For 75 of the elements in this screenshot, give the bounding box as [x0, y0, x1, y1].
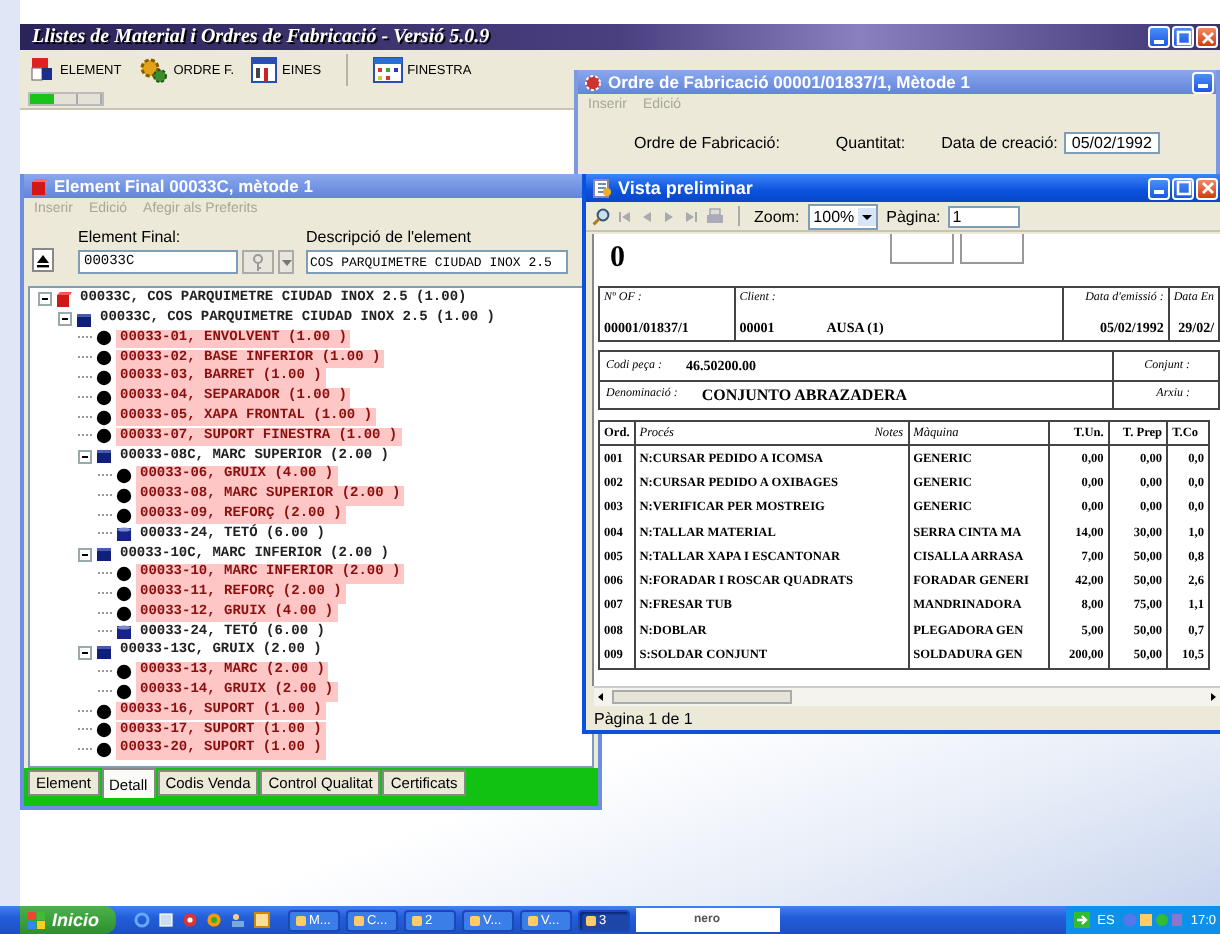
- cube-icon: [56, 291, 72, 308]
- browser-icon[interactable]: [133, 912, 150, 928]
- report-number: 0: [610, 242, 627, 276]
- collapse-icon[interactable]: [38, 292, 52, 307]
- up-triangle-icon: [36, 253, 50, 267]
- minimize-button[interactable]: [1148, 26, 1170, 48]
- caret-icon: [281, 259, 291, 265]
- cube-icon: [30, 177, 48, 195]
- cube-icon: [96, 448, 112, 465]
- maximize-button[interactable]: [1172, 26, 1194, 48]
- cylinder-icon: [116, 624, 132, 641]
- field-label: Element Final:: [78, 228, 183, 246]
- field-label: Ordre de Fabricació:: [634, 134, 780, 152]
- field-value: CONJUNTO ABRAZADERA: [701, 385, 908, 404]
- page-label: Pàgina:: [886, 207, 941, 225]
- scroll-left-icon[interactable]: [594, 690, 608, 704]
- dot-icon: [116, 605, 132, 622]
- close-button[interactable]: [1196, 26, 1218, 48]
- arrow-icon[interactable]: [1073, 912, 1090, 928]
- dot-icon: [96, 330, 112, 347]
- document-icon: [592, 178, 612, 198]
- scroll-right-icon[interactable]: [1206, 690, 1220, 704]
- circle-icon[interactable]: [181, 912, 198, 928]
- key-icon: [252, 253, 264, 271]
- maximize-button[interactable]: [1172, 177, 1194, 199]
- close-button[interactable]: [1196, 177, 1218, 199]
- blocks-icon: [28, 56, 56, 84]
- desktop-icon[interactable]: [157, 912, 174, 928]
- field-label: Data de creació:: [941, 134, 1058, 152]
- caret-icon: [858, 207, 877, 225]
- field-label: Quantitat:: [835, 134, 906, 152]
- horizontal-scrollbar[interactable]: [594, 686, 1220, 706]
- dot-icon: [96, 742, 112, 759]
- search-icon[interactable]: [592, 207, 610, 225]
- date-field[interactable]: 05/02/1992: [1063, 132, 1160, 154]
- cube-icon: [96, 644, 112, 661]
- close-icon: [1199, 29, 1215, 45]
- cube-icon: [76, 311, 92, 328]
- gear-icon: [584, 73, 602, 91]
- dot-icon: [96, 350, 112, 367]
- maximize-icon: [1175, 180, 1191, 196]
- collapse-icon[interactable]: [58, 312, 72, 327]
- people-icon[interactable]: [229, 912, 246, 928]
- window-title: Vista preliminar: [618, 178, 755, 198]
- status-text: Pàgina 1 de 1: [594, 709, 693, 727]
- start-button[interactable]: Inicio: [20, 906, 116, 934]
- close-icon: [1199, 180, 1215, 196]
- tray-icons[interactable]: [1122, 912, 1183, 928]
- calendar-icon: [371, 56, 404, 84]
- dot-icon: [116, 507, 132, 524]
- window-title: Element Final 00033C, mètode 1: [54, 176, 315, 196]
- collapse-icon[interactable]: [78, 449, 92, 464]
- window-tools-icon: [250, 56, 279, 84]
- up-button[interactable]: [32, 248, 54, 272]
- stamp-box: [890, 234, 954, 264]
- window-title: Ordre de Fabricació 00001/01837/1, Mètode 1: [608, 72, 972, 92]
- cylinder-icon: [116, 526, 132, 543]
- gear-icon: [137, 56, 170, 84]
- field-label: Descripció de l'element: [306, 228, 473, 246]
- media-icon[interactable]: [205, 912, 222, 928]
- zoom-label: Zoom:: [754, 207, 800, 225]
- scroll-thumb[interactable]: [612, 690, 792, 704]
- page-field[interactable]: 1: [948, 205, 1021, 227]
- collapse-icon[interactable]: [78, 645, 92, 660]
- window-title: Llistes de Material i Ordres de Fabricació - Versió 5.0.9: [32, 26, 492, 48]
- collapse-icon[interactable]: [78, 547, 92, 562]
- stamp-box: [960, 234, 1024, 264]
- dropdown-button[interactable]: [278, 250, 294, 274]
- minimize-button[interactable]: [1148, 177, 1170, 199]
- zoom-dropdown[interactable]: 100%: [807, 203, 879, 229]
- flag-icon: [28, 911, 46, 929]
- maximize-icon: [1175, 29, 1191, 45]
- app-icon[interactable]: [253, 912, 270, 928]
- cube-icon: [96, 546, 112, 563]
- minimize-button[interactable]: [1192, 71, 1214, 93]
